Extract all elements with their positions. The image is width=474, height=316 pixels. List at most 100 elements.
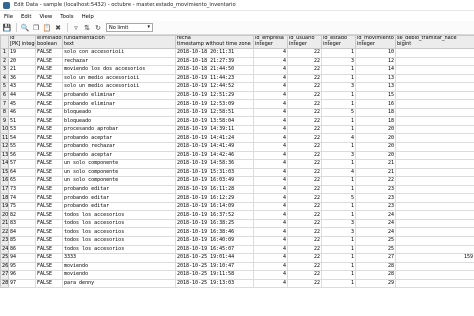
cell-eliminado[interactable]: FALSE: [35, 150, 63, 161]
cell-id-empresa[interactable]: 4: [253, 176, 288, 186]
copy-icon[interactable]: ❐: [31, 23, 41, 33]
cell-id-usuario[interactable]: 22: [287, 90, 322, 101]
cell-fundamentacion[interactable]: moviendo los dos accesorios: [62, 65, 176, 75]
cell-id[interactable]: 55: [8, 142, 36, 152]
cell-id-usuario[interactable]: 22: [287, 253, 322, 263]
cell-id[interactable]: 83: [8, 218, 36, 229]
cell-id-usuario[interactable]: 22: [287, 73, 322, 84]
row-number[interactable]: 16: [0, 176, 9, 186]
table-row[interactable]: 12 55 FALSE probando rechazar 2018-10-19 14:…: [0, 142, 474, 152]
cell-fecha[interactable]: 2018-10-19 16:14:09: [175, 201, 254, 212]
refresh-icon[interactable]: ↻: [93, 23, 103, 33]
row-number[interactable]: 21: [0, 218, 9, 229]
row-number[interactable]: 9: [0, 116, 9, 126]
cell-id[interactable]: 53: [8, 124, 36, 135]
row-number[interactable]: 7: [0, 99, 9, 109]
cell-fundamentacion[interactable]: probando rechazar: [62, 142, 176, 152]
cell-id-movimiento[interactable]: 23: [355, 193, 396, 203]
cell-se-debio-tramitar-hace[interactable]: [395, 193, 474, 203]
row-number[interactable]: 6: [0, 90, 9, 101]
cell-id-movimiento[interactable]: 10: [355, 48, 396, 58]
row-number[interactable]: 20: [0, 210, 9, 220]
table-row[interactable]: 22 84 FALSE todos los accesorios 2018-10-19 …: [0, 227, 474, 238]
cell-id-usuario[interactable]: 22: [287, 210, 322, 220]
cell-se-debio-tramitar-hace[interactable]: [395, 270, 474, 280]
cell-se-debio-tramitar-hace[interactable]: [395, 107, 474, 118]
row-number[interactable]: 19: [0, 201, 9, 212]
cell-id-movimiento[interactable]: 28: [355, 270, 396, 280]
cell-id-usuario[interactable]: 22: [287, 236, 322, 246]
cell-eliminado[interactable]: FALSE: [35, 82, 63, 92]
cell-se-debio-tramitar-hace[interactable]: [395, 90, 474, 101]
row-number[interactable]: 3: [0, 65, 9, 75]
cell-id-estado[interactable]: 3: [321, 82, 356, 92]
cell-id[interactable]: 85: [8, 236, 36, 246]
cell-id-empresa[interactable]: 4: [253, 159, 288, 169]
cell-id-estado[interactable]: 1: [321, 73, 356, 84]
cell-fecha[interactable]: 2018-10-19 12:44:52: [175, 82, 254, 92]
cell-eliminado[interactable]: FALSE: [35, 244, 63, 255]
column-header-eliminado[interactable]: eliminado boolean: [35, 35, 63, 49]
row-number[interactable]: 4: [0, 73, 9, 84]
cell-id-estado[interactable]: 1: [321, 210, 356, 220]
cell-se-debio-tramitar-hace[interactable]: [395, 184, 474, 195]
cell-id-usuario[interactable]: 22: [287, 150, 322, 161]
row-number[interactable]: 14: [0, 159, 9, 169]
cell-id[interactable]: 21: [8, 65, 36, 75]
row-number[interactable]: 11: [0, 133, 9, 143]
cell-fecha[interactable]: 2018-10-19 14:41:49: [175, 142, 254, 152]
cell-fundamentacion[interactable]: probando editar: [62, 184, 176, 195]
table-row[interactable]: 1 19 FALSE solo con accesorioii 2018-10-18 2…: [0, 48, 474, 58]
cell-eliminado[interactable]: FALSE: [35, 99, 63, 109]
cell-fundamentacion[interactable]: para denny: [62, 278, 176, 289]
cell-fecha[interactable]: 2018-10-19 16:37:52: [175, 210, 254, 220]
cell-id-movimiento[interactable]: 20: [355, 142, 396, 152]
search-icon[interactable]: 🔍: [20, 23, 30, 33]
cell-se-debio-tramitar-hace[interactable]: [395, 124, 474, 135]
row-number[interactable]: 25: [0, 253, 9, 263]
row-number[interactable]: 18: [0, 193, 9, 203]
cell-id-estado[interactable]: 3: [321, 218, 356, 229]
cell-fecha[interactable]: 2018-10-19 16:38:25: [175, 218, 254, 229]
cell-eliminado[interactable]: FALSE: [35, 176, 63, 186]
cell-id-movimiento[interactable]: 25: [355, 236, 396, 246]
cell-id-usuario[interactable]: 22: [287, 167, 322, 178]
cell-se-debio-tramitar-hace[interactable]: [395, 82, 474, 92]
cell-id-usuario[interactable]: 22: [287, 65, 322, 75]
cell-eliminado[interactable]: FALSE: [35, 133, 63, 143]
cell-id-empresa[interactable]: 4: [253, 116, 288, 126]
cell-id[interactable]: 84: [8, 227, 36, 238]
cell-id-empresa[interactable]: 4: [253, 210, 288, 220]
cell-id-estado[interactable]: 1: [321, 270, 356, 280]
cell-id-empresa[interactable]: 4: [253, 270, 288, 280]
cell-se-debio-tramitar-hace[interactable]: [395, 244, 474, 255]
cell-fecha[interactable]: 2018-10-19 11:44:23: [175, 73, 254, 84]
cell-se-debio-tramitar-hace[interactable]: [395, 142, 474, 152]
cell-id-estado[interactable]: 5: [321, 107, 356, 118]
table-row[interactable]: 3 21 FALSE moviendo los dos accesorios 2018-…: [0, 65, 474, 75]
cell-id-estado[interactable]: 1: [321, 99, 356, 109]
cell-eliminado[interactable]: FALSE: [35, 270, 63, 280]
cell-se-debio-tramitar-hace[interactable]: [395, 218, 474, 229]
cell-id-estado[interactable]: 4: [321, 167, 356, 178]
cell-id[interactable]: 95: [8, 261, 36, 272]
cell-id-movimiento[interactable]: 16: [355, 99, 396, 109]
row-number[interactable]: 15: [0, 167, 9, 178]
table-row[interactable]: 6 44 FALSE probando eliminar 2018-10-19 12:5…: [0, 90, 474, 101]
cell-fundamentacion[interactable]: probando eliminar: [62, 99, 176, 109]
cell-id-movimiento[interactable]: 18: [355, 116, 396, 126]
table-row[interactable]: 28 97 FALSE para denny 2018-10-25 19:13:03 4 2…: [0, 278, 474, 289]
table-row[interactable]: 25 94 FALSE 3333 2018-10-25 19:01:44 4 22 1 27 15…: [0, 253, 474, 263]
cell-id-usuario[interactable]: 22: [287, 124, 322, 135]
cell-id-usuario[interactable]: 22: [287, 278, 322, 289]
cell-id-movimiento[interactable]: 24: [355, 218, 396, 229]
table-row[interactable]: 24 86 FALSE todos los accesorios 2018-10-19 …: [0, 244, 474, 255]
cell-fundamentacion[interactable]: procesando aprobar: [62, 124, 176, 135]
cell-id-usuario[interactable]: 22: [287, 227, 322, 238]
cell-id-empresa[interactable]: 4: [253, 48, 288, 58]
cell-id-estado[interactable]: 1: [321, 124, 356, 135]
cell-id[interactable]: 97: [8, 278, 36, 289]
cell-id-usuario[interactable]: 22: [287, 99, 322, 109]
cell-id-movimiento[interactable]: 18: [355, 107, 396, 118]
row-number[interactable]: 13: [0, 150, 9, 161]
